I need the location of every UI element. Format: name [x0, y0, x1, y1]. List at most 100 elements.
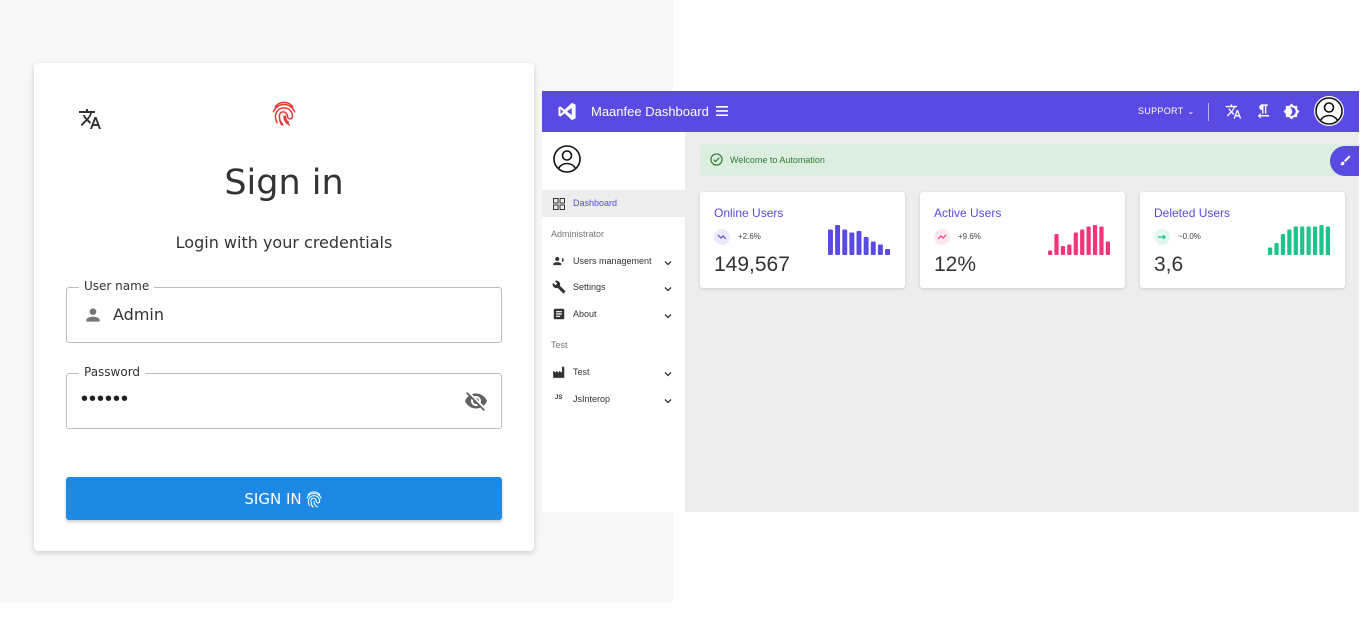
- eye-off-icon[interactable]: [463, 389, 489, 413]
- nav-item-about[interactable]: About: [542, 302, 685, 326]
- fingerprint-icon: [304, 488, 324, 510]
- welcome-alert: Welcome to Automation: [700, 144, 1359, 176]
- trending-down-icon: [714, 229, 730, 245]
- stat-title: Deleted Users: [1154, 206, 1231, 220]
- password-input[interactable]: ••••••: [81, 388, 129, 411]
- menu-icon[interactable]: [714, 103, 730, 119]
- nav-item-label: JsInterop: [573, 394, 611, 404]
- nav-item-settings[interactable]: Settings: [542, 275, 685, 299]
- nav-section-administrator: Administrator: [551, 229, 605, 239]
- rtl-icon[interactable]: [1255, 103, 1272, 120]
- sparkline-bar: [1073, 232, 1078, 255]
- chevron-down-icon: [663, 308, 673, 319]
- nav-item-label: Users management: [573, 256, 652, 266]
- sparkline-bar: [828, 229, 833, 255]
- trend-value: +9.6%: [958, 232, 981, 241]
- trend-value: ~0.0%: [1178, 232, 1201, 241]
- stat-card-online-users: Online Users +2.6% 149,567: [700, 192, 905, 288]
- person-icon: [83, 305, 103, 325]
- account-icon[interactable]: [1314, 96, 1344, 126]
- nav-item-test[interactable]: Test: [542, 360, 685, 384]
- sparkline-bar: [1300, 226, 1305, 255]
- sparkline-bar: [1067, 244, 1072, 255]
- sparkline-bar: [835, 225, 841, 255]
- sign-in-button[interactable]: SIGN IN: [66, 477, 502, 520]
- theme-icon[interactable]: [1283, 103, 1300, 120]
- document-icon: [552, 307, 566, 321]
- appbar-divider: [1208, 103, 1209, 121]
- sparkline-bar: [1268, 247, 1273, 255]
- username-field[interactable]: User name Admin: [66, 279, 502, 343]
- chevron-down-icon: [663, 366, 673, 377]
- alert-message: Welcome to Automation: [730, 155, 825, 165]
- sparkline-chart: [1048, 225, 1110, 255]
- sparkline-bar: [870, 241, 876, 255]
- stat-value: 149,567: [714, 253, 790, 276]
- translate-icon[interactable]: [78, 107, 102, 131]
- sparkline-bar: [1048, 250, 1053, 255]
- stat-value: 12%: [934, 253, 977, 276]
- support-label: SUPPORT: [1138, 106, 1184, 116]
- nav-item-label: Settings: [573, 282, 606, 292]
- nav-item-dashboard[interactable]: Dashboard: [542, 190, 685, 217]
- dashboard-window: Maanfee Dashboard SUPPORT ⌄ Dashboard Ad…: [542, 91, 1359, 512]
- nav-item-label: Test: [573, 367, 590, 377]
- sparkline-chart: [828, 225, 890, 255]
- username-label: User name: [79, 279, 155, 293]
- sparkline-bar: [1099, 226, 1104, 255]
- chevron-down-icon: [663, 393, 673, 404]
- stat-card-deleted-users: Deleted Users ~0.0% 3,6: [1140, 192, 1345, 288]
- sparkline-bar: [863, 237, 869, 255]
- fingerprint-icon: [269, 96, 299, 130]
- dashboard-icon: [553, 197, 565, 210]
- check-circle-icon: [710, 153, 723, 166]
- nav-item-jsinterop[interactable]: JS JsInterop: [542, 387, 685, 411]
- sparkline-bar: [1060, 246, 1066, 255]
- nav-drawer: Dashboard Administrator Users management…: [542, 132, 685, 512]
- sparkline-bar: [1080, 229, 1085, 255]
- sparkline-bar: [1054, 234, 1059, 255]
- sparkline-chart: [1268, 225, 1330, 255]
- translate-icon[interactable]: [1225, 103, 1242, 120]
- nav-item-label: About: [573, 309, 597, 319]
- sparkline-bar: [1312, 226, 1318, 255]
- password-field[interactable]: Password ••••••: [66, 365, 502, 429]
- visual-studio-logo-icon: [556, 101, 578, 122]
- sparkline-bar: [1274, 243, 1279, 255]
- factory-icon: [552, 365, 566, 379]
- sparkline-bar: [885, 249, 890, 255]
- tools-icon: [552, 280, 566, 294]
- sparkline-bar: [1319, 225, 1324, 255]
- sparkline-bar: [1086, 226, 1091, 255]
- trend-value: +2.6%: [738, 232, 761, 241]
- theme-editor-button[interactable]: [1330, 146, 1359, 176]
- sparkline-bar: [877, 244, 883, 255]
- username-input[interactable]: Admin: [113, 305, 164, 324]
- login-card: Sign in Login with your credentials User…: [34, 63, 534, 551]
- sign-in-label: SIGN IN: [244, 489, 302, 508]
- sparkline-bar: [849, 232, 855, 255]
- sparkline-bar: [1280, 234, 1286, 255]
- sparkline-bar: [1287, 229, 1292, 255]
- users-icon: [552, 254, 566, 268]
- brush-icon: [1340, 155, 1351, 166]
- chevron-down-icon: ⌄: [1187, 107, 1195, 116]
- stat-title: Online Users: [714, 206, 784, 220]
- stat-card-active-users: Active Users +9.6% 12%: [920, 192, 1125, 288]
- stat-title: Active Users: [934, 206, 1002, 220]
- support-menu[interactable]: SUPPORT ⌄: [1138, 106, 1194, 116]
- stat-value: 3,6: [1154, 253, 1184, 276]
- page-subtitle: Login with your credentials: [175, 233, 393, 252]
- nav-item-label: Dashboard: [573, 198, 618, 208]
- password-label: Password: [79, 365, 146, 379]
- sparkline-bar: [1293, 226, 1298, 255]
- chevron-down-icon: [663, 281, 673, 292]
- nav-section-test: Test: [551, 340, 568, 350]
- avatar-icon: [552, 144, 582, 174]
- sparkline-bar: [1306, 226, 1311, 255]
- trending-up-icon: [934, 229, 950, 245]
- sparkline-bar: [842, 229, 848, 255]
- app-title: Maanfee Dashboard: [591, 104, 709, 119]
- page-title: Sign in: [224, 163, 344, 203]
- nav-item-users-management[interactable]: Users management: [542, 249, 685, 273]
